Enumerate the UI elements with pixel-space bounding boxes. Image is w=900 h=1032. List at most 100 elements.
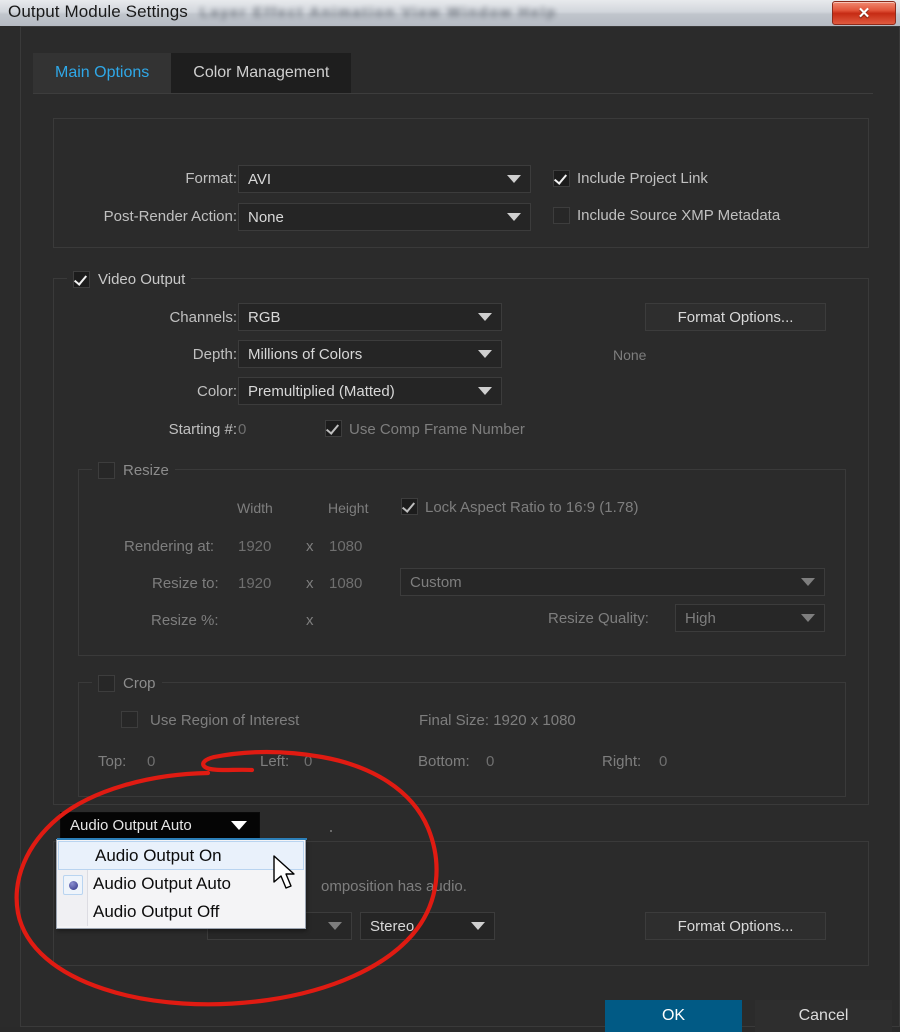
lock-aspect-ratio-label: Lock Aspect Ratio to 16:9 (1.78)	[425, 499, 639, 516]
tab-main-options-label: Main Options	[55, 64, 150, 81]
resize-preset-value: Custom	[410, 573, 462, 591]
audio-hint-text: omposition has audio.	[321, 878, 467, 895]
menu-item-audio-output-auto-label: Audio Output Auto	[93, 874, 231, 893]
rendering-at-label: Rendering at:	[124, 538, 215, 555]
tab-underline	[33, 93, 873, 94]
resize-to-height[interactable]: 1080	[329, 575, 362, 592]
include-source-xmp-label: Include Source XMP Metadata	[577, 207, 781, 224]
channels-label: Channels:	[169, 309, 237, 326]
crop-final-size: Final Size: 1920 x 1080	[419, 712, 576, 729]
starting-number-value[interactable]: 0	[238, 421, 246, 438]
resize-percent-label: Resize %:	[151, 612, 219, 629]
resize-to-label: Resize to:	[152, 575, 219, 592]
depth-value: Millions of Colors	[248, 345, 363, 363]
include-source-xmp-checkbox[interactable]	[553, 207, 570, 224]
ok-button[interactable]: OK	[605, 1000, 742, 1032]
audio-channels-combo[interactable]: Stereo	[360, 912, 495, 940]
menu-item-audio-output-auto[interactable]: Audio Output Auto	[57, 870, 305, 898]
resize-preset-combo[interactable]: Custom	[400, 568, 825, 596]
chevron-down-icon	[328, 922, 342, 930]
audio-format-options-button[interactable]: Format Options...	[645, 912, 826, 940]
cancel-button[interactable]: Cancel	[755, 1000, 892, 1032]
resize-title: Resize	[123, 461, 169, 479]
color-combo[interactable]: Premultiplied (Matted)	[238, 377, 502, 405]
rendering-at-width: 1920	[238, 538, 272, 555]
resize-quality-label: Resize Quality:	[548, 610, 649, 627]
radio-selected-icon	[63, 875, 83, 895]
chevron-down-icon	[801, 614, 815, 622]
audio-output-combo[interactable]: Audio Output Auto	[60, 812, 260, 839]
audio-output-selected-value: Audio Output Auto	[70, 817, 192, 834]
chevron-down-icon	[507, 175, 521, 183]
crop-top-label: Top:	[98, 753, 127, 770]
post-render-action-combo[interactable]: None	[238, 203, 531, 231]
channels-value: RGB	[248, 308, 281, 326]
crop-checkbox[interactable]	[98, 674, 115, 692]
audio-output-dropdown-menu: Audio Output On Audio Output Auto Audio …	[56, 838, 307, 929]
resize-quality-value: High	[685, 609, 716, 627]
post-render-action-label: Post-Render Action:	[103, 208, 237, 225]
chevron-down-icon	[471, 922, 485, 930]
video-output-checkbox[interactable]	[73, 270, 90, 288]
resize-height-header: Height	[328, 500, 369, 516]
resize-legend: Resize	[92, 460, 175, 480]
chevron-down-icon	[231, 821, 247, 830]
resize-checkbox[interactable]	[98, 461, 115, 479]
menu-item-audio-output-off-label: Audio Output Off	[93, 902, 220, 921]
color-label: Color:	[196, 383, 237, 400]
resize-to-width[interactable]: 1920	[238, 575, 271, 592]
close-button[interactable]: ✕	[832, 1, 896, 25]
crop-title: Crop	[123, 674, 156, 692]
video-format-options-status: None	[613, 347, 647, 363]
tab-main-options[interactable]: Main Options	[33, 53, 172, 93]
color-value: Premultiplied (Matted)	[248, 382, 395, 400]
include-project-link-label: Include Project Link	[577, 170, 708, 187]
video-output-legend: Video Output	[67, 269, 192, 289]
resize-width-header: Width	[237, 500, 273, 516]
video-format-options-label: Format Options...	[677, 308, 794, 326]
cancel-button-label: Cancel	[798, 1007, 849, 1024]
video-format-options-button[interactable]: Format Options...	[645, 303, 826, 331]
use-comp-frame-number-checkbox[interactable]	[325, 420, 342, 437]
channels-combo[interactable]: RGB	[238, 303, 502, 331]
chevron-down-icon	[801, 578, 815, 586]
use-region-of-interest-checkbox[interactable]	[121, 711, 138, 728]
background-menu-bar: Layer Effect Animation View Window Help	[200, 4, 558, 20]
resize-percent-x: x	[306, 612, 314, 629]
chevron-down-icon	[478, 350, 492, 358]
crop-panel	[78, 682, 846, 797]
format-combo-value: AVI	[248, 170, 272, 188]
starting-number-label: Starting #:	[168, 421, 237, 438]
rendering-at-x: x	[306, 538, 314, 555]
tab-color-management-label: Color Management	[193, 64, 330, 81]
close-icon: ✕	[857, 4, 871, 22]
format-combo[interactable]: AVI	[238, 165, 531, 193]
video-output-title: Video Output	[98, 270, 186, 288]
chevron-down-icon	[507, 213, 521, 221]
crop-right-label: Right:	[602, 753, 642, 770]
crop-right-value: 0	[659, 753, 668, 770]
depth-combo[interactable]: Millions of Colors	[238, 340, 502, 368]
menu-item-audio-output-on[interactable]: Audio Output On	[58, 841, 304, 870]
rendering-at-height: 1080	[329, 538, 363, 555]
audio-channels-value: Stereo	[370, 917, 415, 935]
chevron-down-icon	[478, 313, 492, 321]
lock-aspect-ratio-checkbox[interactable]	[401, 498, 418, 515]
include-project-link-checkbox[interactable]	[553, 170, 570, 187]
audio-format-options-label: Format Options...	[677, 917, 794, 935]
resize-to-x: x	[306, 575, 314, 592]
use-comp-frame-number-label: Use Comp Frame Number	[349, 421, 525, 438]
resize-quality-combo[interactable]: High	[675, 604, 825, 632]
tab-color-management[interactable]: Color Management	[171, 53, 352, 93]
chevron-down-icon	[478, 387, 492, 395]
menu-item-audio-output-off[interactable]: Audio Output Off	[57, 898, 305, 926]
tab-bar: Main Options Color Management	[33, 53, 352, 93]
menu-item-audio-output-on-label: Audio Output On	[95, 845, 222, 865]
host-window-titlebar: Layer Effect Animation View Window Help …	[0, 0, 900, 27]
crop-bottom-value: 0	[486, 753, 495, 770]
crop-bottom-label: Bottom:	[418, 753, 470, 770]
dialog-title: Output Module Settings	[8, 2, 188, 21]
ok-button-label: OK	[661, 1007, 686, 1024]
crop-left-value: 0	[304, 753, 313, 770]
post-render-action-value: None	[248, 208, 284, 226]
